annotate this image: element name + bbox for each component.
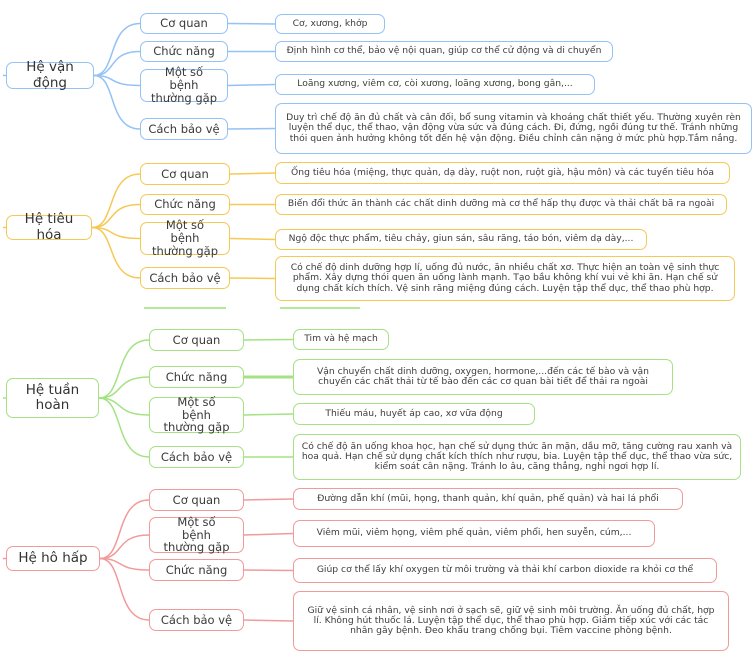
branch-co-quan[interactable]: Cơ quan: [149, 489, 244, 511]
mind-map-canvas: Hệ vận động Cơ quan Chức năng Một số bện…: [0, 0, 756, 666]
leaf-bao-ve-detail[interactable]: Giữ vệ sinh cá nhân, vệ sinh nơi ở sạch …: [293, 591, 729, 651]
root-node-he-tuan-hoan[interactable]: Hệ tuần hoàn: [6, 378, 99, 418]
separator-line: [144, 307, 226, 309]
branch-mot-so-benh[interactable]: Một số bệnh thường gặp: [149, 395, 244, 434]
root-to-branch-connector: [99, 557, 150, 621]
leaf-benh-detail[interactable]: Ngộ độc thực phẩm, tiêu chảy, giun sán, …: [275, 229, 647, 250]
leaf-co-quan-detail[interactable]: Đường dẫn khí (mũi, họng, thanh quản, kh…: [293, 488, 683, 510]
root-to-branch-connector: [98, 376, 150, 399]
branch-mot-so-benh[interactable]: Một số bệnh thường gặp: [149, 515, 244, 554]
branch-chuc-nang[interactable]: Chức năng: [140, 41, 228, 62]
branch-chuc-nang[interactable]: Chức năng: [149, 559, 244, 581]
root-to-branch-connector: [99, 534, 150, 560]
branch-to-leaf-connector: [227, 83, 276, 87]
branch-co-quan[interactable]: Cơ quan: [149, 329, 244, 351]
branch-cach-bao-ve[interactable]: Cách bảo vệ: [140, 267, 230, 289]
leaf-benh-detail[interactable]: Loãng xương, viêm cơ, còi xương, loãng x…: [275, 74, 595, 95]
branch-to-leaf-connector: [229, 277, 276, 280]
branch-cach-bao-ve[interactable]: Cách bảo vệ: [149, 446, 244, 468]
branch-co-quan[interactable]: Cơ quan: [140, 163, 230, 185]
leaf-bao-ve-detail[interactable]: Duy trì chế độ ăn đủ chất và cân đối, bổ…: [275, 103, 752, 154]
leaf-co-quan-detail[interactable]: Tim và hệ mạch: [293, 329, 389, 350]
root-node-he-ho-hap[interactable]: Hệ hô hấp: [6, 546, 100, 571]
branch-to-leaf-connector: [243, 569, 294, 572]
branch-cach-bao-ve[interactable]: Cách bảo vệ: [149, 609, 244, 631]
root-to-branch-connector: [91, 226, 141, 240]
branch-to-leaf-connector: [243, 413, 294, 416]
root-node-he-tieu-hoa[interactable]: Hệ tiêu hóa: [6, 212, 92, 242]
branch-to-leaf-connector: [227, 127, 276, 130]
root-to-branch-connector: [98, 397, 150, 416]
branch-chuc-nang[interactable]: Chức năng: [149, 366, 244, 388]
leaf-chuc-nang-detail[interactable]: Vận chuyển chất dinh dưỡng, oxygen, horm…: [293, 359, 673, 395]
root-to-branch-connector: [98, 397, 150, 458]
root-to-branch-connector: [91, 173, 141, 229]
root-to-branch-connector: [93, 74, 141, 87]
branch-to-leaf-connector: [229, 237, 276, 241]
separator-line: [280, 307, 360, 309]
root-to-branch-connector: [91, 226, 141, 279]
root-to-branch-connector: [99, 557, 150, 571]
branch-mot-so-benh[interactable]: Một số bệnh thường gặp: [140, 219, 230, 257]
leaf-bao-ve-detail[interactable]: Có chế độ dinh dưỡng hợp lí, uống đủ nướ…: [275, 256, 735, 301]
root-to-branch-connector: [98, 339, 150, 399]
root-node-he-van-dong[interactable]: Hệ vận động: [6, 60, 94, 90]
root-to-branch-connector: [93, 50, 141, 77]
leaf-co-quan-detail[interactable]: Ống tiêu hóa (miệng, thực quản, dạ dày, …: [275, 162, 730, 184]
root-to-branch-connector: [93, 74, 141, 130]
branch-to-leaf-connector: [243, 498, 294, 501]
root-to-branch-connector: [91, 203, 141, 229]
leaf-chuc-nang-detail[interactable]: Định hình cơ thể, bảo vệ nội quan, giúp …: [275, 41, 613, 62]
root-to-branch-connector: [93, 22, 141, 77]
branch-cach-bao-ve[interactable]: Cách bảo vệ: [140, 118, 228, 140]
branch-to-leaf-connector: [243, 338, 294, 341]
leaf-co-quan-detail[interactable]: Cơ, xương, khớp: [275, 14, 385, 34]
branch-to-leaf-connector: [227, 22, 276, 25]
branch-co-quan[interactable]: Cơ quan: [140, 13, 228, 34]
leaf-benh-detail[interactable]: Viêm mũi, viêm họng, viêm phế quản, viêm…: [293, 520, 655, 547]
branch-to-leaf-connector: [243, 619, 294, 622]
leaf-benh-detail[interactable]: Thiếu máu, huyết áp cao, xơ vữa động: [293, 403, 535, 425]
leaf-chuc-nang-detail[interactable]: Biến đổi thức ăn thành các chất dinh dưỡ…: [275, 194, 727, 215]
branch-to-leaf-connector: [229, 172, 276, 175]
leaf-chuc-nang-detail[interactable]: Giúp cơ thể lấy khí oxygen từ môi trường…: [293, 558, 717, 583]
branch-chuc-nang[interactable]: Chức năng: [140, 194, 230, 215]
branch-mot-so-benh[interactable]: Một số bệnh thường gặp: [140, 66, 228, 104]
branch-to-leaf-connector: [243, 532, 294, 536]
root-to-branch-connector: [99, 499, 150, 560]
leaf-bao-ve-detail[interactable]: Có chế độ ăn uống khoa học, hạn chế sử d…: [293, 434, 741, 480]
